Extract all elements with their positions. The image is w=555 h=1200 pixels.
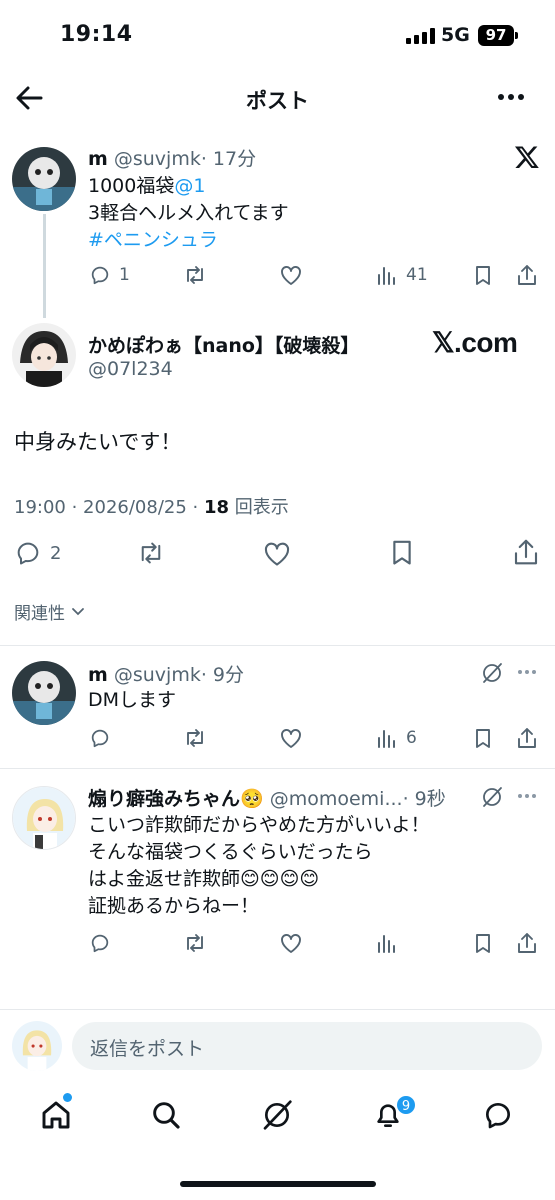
views-icon (376, 727, 398, 749)
repost-icon (183, 264, 207, 286)
reply-time: · 9分 (200, 664, 245, 686)
reply-text-line2: そんな福袋つくるぐらいだったら (88, 841, 373, 863)
author-handle[interactable]: @momoemi... (270, 788, 403, 810)
grok-icon[interactable] (261, 1099, 293, 1131)
views-button[interactable]: 41 (376, 264, 428, 286)
battery-icon: 97 (478, 25, 514, 46)
views-count: 6 (406, 728, 417, 748)
post-header: m @suvjmk· 17分 (88, 144, 256, 171)
share-icon[interactable] (512, 537, 540, 567)
divider (0, 1009, 555, 1010)
reply-header: m @suvjmk· 9分 (88, 660, 244, 687)
grok-icon[interactable] (480, 785, 504, 809)
bookmark-icon[interactable] (388, 538, 416, 566)
author-name[interactable]: m (88, 664, 108, 686)
views-count: 41 (406, 265, 428, 285)
reply-placeholder: 返信をポスト (90, 1038, 205, 1060)
heart-icon[interactable] (262, 540, 292, 567)
reply-text-line3: はよ金返せ詐欺師😊😊😊😊 (88, 868, 320, 890)
repost-icon[interactable] (136, 540, 166, 566)
post-time: · 17分 (200, 148, 257, 170)
avatar[interactable] (12, 661, 76, 725)
thread-line (43, 214, 46, 318)
share-icon[interactable] (516, 726, 538, 750)
repost-icon[interactable] (183, 932, 207, 954)
views-icon[interactable] (376, 932, 398, 954)
views-button[interactable]: 6 (376, 727, 417, 749)
post-text-line1: 1000福袋 (88, 175, 175, 197)
author-handle[interactable]: @suvjmk (114, 664, 201, 686)
avatar[interactable] (12, 147, 76, 211)
post-timestamp: 19:00 · 2026/08/25 · (14, 497, 204, 518)
reply-icon[interactable] (89, 727, 111, 749)
watermark-text: 𝕏.com (432, 327, 518, 358)
chevron-down-icon (71, 607, 85, 617)
heart-icon (279, 264, 303, 286)
network-label: 5G (441, 24, 470, 46)
bookmark-icon[interactable] (472, 932, 494, 954)
reply-header: 煽り癖強みちゃん🥺 @momoemi...· 9秒 (88, 784, 446, 811)
page-title: ポスト (246, 89, 309, 113)
avatar[interactable] (12, 786, 76, 850)
more-options-icon[interactable] (518, 670, 536, 674)
reply-text: DMします (88, 689, 177, 711)
reply-button[interactable]: 2 (14, 539, 61, 567)
share-icon[interactable] (516, 263, 538, 287)
reply-count: 2 (50, 542, 62, 564)
hashtag-link[interactable]: #ペニンシュラ (88, 227, 289, 254)
reply-count: 1 (119, 265, 130, 285)
more-options-icon[interactable] (518, 794, 536, 798)
repost-button[interactable] (183, 264, 207, 286)
post-text-line2: 3軽合ヘルメ入れてます (88, 202, 289, 224)
x-logo-icon (514, 144, 540, 170)
author-name[interactable]: m (88, 148, 108, 170)
author-handle[interactable]: @07l234 (88, 358, 173, 380)
reply-button[interactable]: 1 (89, 264, 130, 286)
battery-tip (515, 32, 518, 39)
reply-time: · 9秒 (402, 788, 446, 810)
divider (0, 768, 555, 769)
share-icon[interactable] (516, 931, 538, 955)
messages-icon[interactable] (482, 1099, 514, 1131)
author-name[interactable]: 煽り癖強みちゃん🥺 (88, 788, 264, 810)
bookmark-icon[interactable] (472, 264, 494, 286)
sort-label: 関連性 (14, 604, 65, 624)
reply-text-line1: こいつ詐欺師だからやめた方がいいよ！ (88, 814, 430, 836)
heart-icon[interactable] (279, 932, 303, 954)
notifications-badge: 9 (395, 1094, 417, 1116)
views-icon (376, 264, 398, 286)
sort-dropdown[interactable]: 関連性 (14, 599, 85, 624)
home-notification-dot (63, 1093, 72, 1102)
more-options-icon[interactable] (498, 94, 524, 100)
reply-text-line4: 証拠あるからねー！ (88, 895, 260, 917)
reply-icon[interactable] (89, 932, 111, 954)
views-label: 回表示 (234, 497, 289, 518)
repost-icon[interactable] (183, 727, 207, 749)
avatar[interactable] (12, 323, 76, 387)
avatar (12, 1021, 62, 1071)
mention-link[interactable]: @1 (174, 175, 205, 197)
search-icon[interactable] (150, 1099, 182, 1131)
reply-text: こいつ詐欺師だからやめた方がいいよ！ そんな福袋つくるぐらいだったら はよ金返せ… (88, 812, 430, 920)
reply-icon (14, 539, 42, 567)
author-name[interactable]: かめぽわぁ【nano】【破壊殺】 (88, 331, 359, 358)
author-handle[interactable]: @suvjmk (114, 148, 201, 170)
bookmark-icon[interactable] (472, 727, 494, 749)
like-button[interactable] (279, 264, 303, 286)
views-count: 18 (203, 497, 230, 518)
home-icon[interactable] (40, 1099, 72, 1131)
divider (0, 645, 555, 646)
home-indicator (180, 1181, 376, 1187)
heart-icon[interactable] (279, 727, 303, 749)
grok-icon[interactable] (480, 661, 504, 685)
signal-icon (406, 28, 435, 44)
status-time: 19:14 (60, 22, 133, 47)
post-text: 1000福袋@1 3軽合ヘルメ入れてます #ペニンシュラ (88, 173, 289, 254)
post-text: 中身みたいです！ (14, 430, 182, 454)
post-meta: 19:00 · 2026/08/25 · 18 回表示 (14, 493, 289, 519)
reply-icon (89, 264, 111, 286)
